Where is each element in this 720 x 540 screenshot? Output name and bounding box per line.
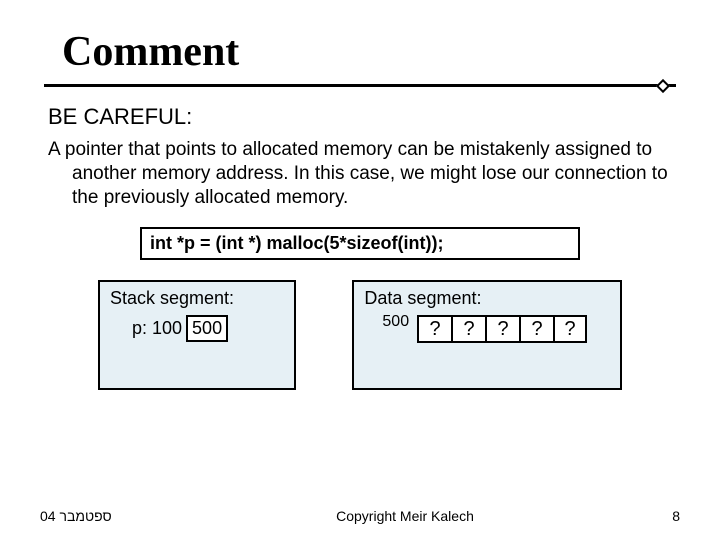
data-row: 500 ? ? ? ? ? [364, 315, 610, 343]
stack-pointer-label: p: 100 [132, 318, 182, 339]
title-underline [44, 84, 676, 90]
footer-copyright: Copyright Meir Kalech [190, 508, 620, 524]
footer-page-number: 8 [620, 508, 680, 524]
careful-label: BE CAREFUL: [48, 104, 672, 130]
data-cell: ? [519, 315, 553, 343]
stack-row: p: 100 500 [110, 315, 284, 342]
data-segment: Data segment: 500 ? ? ? ? ? [352, 280, 622, 390]
data-cell: ? [417, 315, 451, 343]
slide-title: Comment [0, 0, 720, 80]
segments-row: Stack segment: p: 100 500 Data segment: … [48, 280, 672, 390]
footer: ספטמבר 04 Copyright Meir Kalech 8 [0, 508, 720, 524]
slide: Comment BE CAREFUL: A pointer that point… [0, 0, 720, 540]
data-address: 500 [382, 313, 409, 331]
data-cell: ? [485, 315, 519, 343]
code-box: int *p = (int *) malloc(5*sizeof(int)); [140, 227, 580, 260]
data-cells: ? ? ? ? ? [417, 315, 587, 343]
stack-segment: Stack segment: p: 100 500 [98, 280, 296, 390]
stack-title: Stack segment: [110, 288, 284, 309]
slide-body: BE CAREFUL: A pointer that points to all… [0, 90, 720, 390]
stack-pointer-value: 500 [186, 315, 228, 342]
data-cell: ? [553, 315, 587, 343]
body-paragraph: A pointer that points to allocated memor… [48, 138, 672, 209]
underline-line [44, 84, 676, 87]
data-cell: ? [451, 315, 485, 343]
footer-date: ספטמבר 04 [40, 508, 190, 524]
data-title: Data segment: [364, 288, 610, 309]
